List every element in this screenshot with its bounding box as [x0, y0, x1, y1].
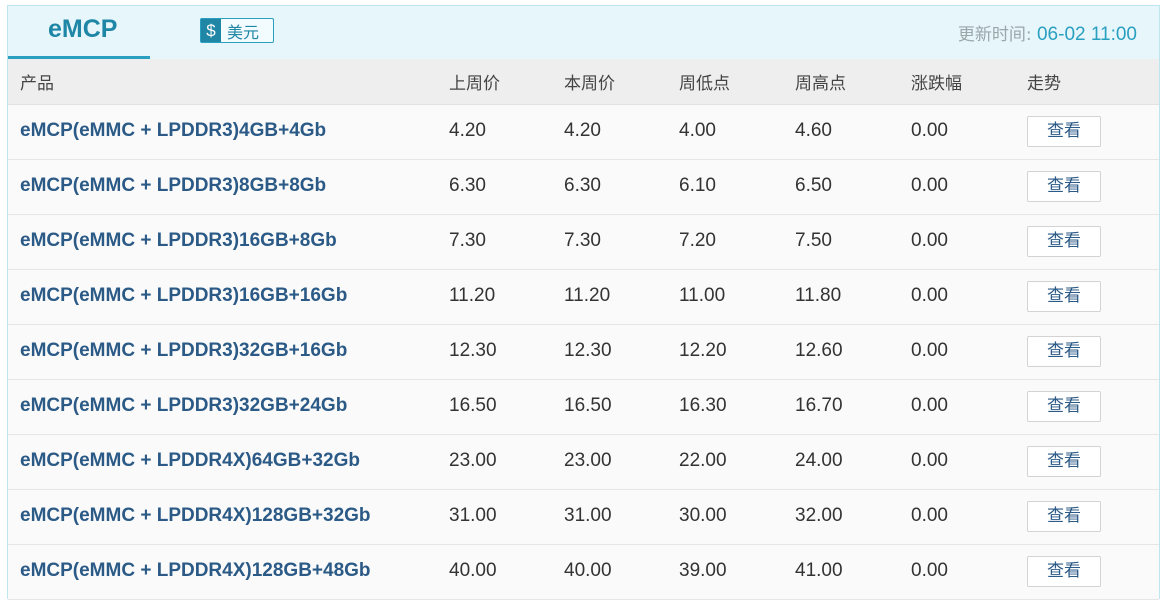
change: 0.00 [911, 285, 948, 306]
view-trend-button[interactable]: 查看 [1027, 556, 1101, 587]
change: 0.00 [911, 120, 948, 141]
product-name[interactable]: eMCP(eMMC + LPDDR3)32GB+24Gb [20, 395, 347, 417]
view-trend-button[interactable]: 查看 [1027, 226, 1101, 257]
last-week-price: 11.20 [449, 285, 496, 306]
header-last-week: 上周价 [449, 74, 500, 94]
update-time-value: 06-02 11:00 [1036, 24, 1137, 45]
table-row: eMCP(eMMC + LPDDR3)8GB+8Gb 6.30 6.30 6.10 6.… [8, 160, 1159, 215]
last-week-price: 23.00 [449, 450, 497, 471]
change: 0.00 [911, 395, 948, 416]
change: 0.00 [911, 175, 948, 196]
this-week-price: 6.30 [564, 175, 601, 196]
last-week-price: 7.30 [449, 230, 486, 251]
week-high: 11.80 [795, 285, 842, 306]
week-low: 4.00 [679, 120, 716, 141]
header-change: 涨跌幅 [911, 74, 962, 94]
header-trend: 走势 [1027, 74, 1061, 94]
week-high: 4.60 [795, 120, 832, 141]
this-week-price: 11.20 [564, 285, 611, 306]
table-row: eMCP(eMMC + LPDDR3)32GB+24Gb 16.50 16.50 16… [8, 380, 1159, 435]
week-low: 30.00 [679, 505, 727, 526]
product-name[interactable]: eMCP(eMMC + LPDDR3)16GB+8Gb [20, 230, 337, 252]
week-low: 7.20 [679, 230, 716, 251]
this-week-price: 16.50 [564, 395, 612, 416]
week-low: 12.20 [679, 340, 727, 361]
table-row: eMCP(eMMC + LPDDR4X)64GB+32Gb 23.00 23.00 2… [8, 435, 1159, 490]
this-week-price: 7.30 [564, 230, 601, 251]
table-row: eMCP(eMMC + LPDDR3)32GB+16Gb 12.30 12.30 12… [8, 325, 1159, 380]
this-week-price: 40.00 [564, 560, 612, 581]
table-row: eMCP(eMMC + LPDDR3)16GB+8Gb 7.30 7.30 7.20 7… [8, 215, 1159, 270]
week-low: 16.30 [679, 395, 727, 416]
view-trend-button[interactable]: 查看 [1027, 281, 1101, 312]
dollar-icon: $ [201, 19, 221, 42]
top-bar: eMCP $ 美元 更新时间: 06-02 11:00 [8, 6, 1159, 60]
week-high: 16.70 [795, 395, 843, 416]
table-row: eMCP(eMMC + LPDDR4X)128GB+48Gb 40.00 40.00… [8, 545, 1159, 600]
week-low: 6.10 [679, 175, 716, 196]
last-week-price: 6.30 [449, 175, 486, 196]
week-low: 22.00 [679, 450, 727, 471]
header-week-high: 周高点 [795, 74, 846, 94]
view-trend-button[interactable]: 查看 [1027, 116, 1101, 147]
product-name[interactable]: eMCP(eMMC + LPDDR3)32GB+16Gb [20, 340, 347, 362]
week-high: 24.00 [795, 450, 843, 471]
change: 0.00 [911, 340, 948, 361]
last-week-price: 31.00 [449, 505, 497, 526]
change: 0.00 [911, 230, 948, 251]
this-week-price: 12.30 [564, 340, 612, 361]
header-product: 产品 [20, 74, 54, 94]
week-high: 12.60 [795, 340, 843, 361]
product-name[interactable]: eMCP(eMMC + LPDDR3)8GB+8Gb [20, 175, 326, 197]
table-row: eMCP(eMMC + LPDDR3)16GB+16Gb 11.20 11.20 11… [8, 270, 1159, 325]
product-name[interactable]: eMCP(eMMC + LPDDR4X)64GB+32Gb [20, 450, 360, 472]
last-week-price: 12.30 [449, 340, 497, 361]
week-low: 11.00 [679, 285, 726, 306]
week-low: 39.00 [679, 560, 727, 581]
last-week-price: 16.50 [449, 395, 497, 416]
week-high: 41.00 [795, 560, 843, 581]
tab-emcp-label: eMCP [48, 15, 118, 43]
product-name[interactable]: eMCP(eMMC + LPDDR4X)128GB+32Gb [20, 505, 371, 527]
currency-label: 美元 [227, 22, 260, 42]
week-high: 32.00 [795, 505, 843, 526]
view-trend-button[interactable]: 查看 [1027, 391, 1101, 422]
week-high: 6.50 [795, 175, 832, 196]
change: 0.00 [911, 505, 948, 526]
view-trend-button[interactable]: 查看 [1027, 501, 1101, 532]
tab-emcp[interactable]: eMCP [8, 6, 150, 59]
this-week-price: 4.20 [564, 120, 601, 141]
this-week-price: 31.00 [564, 505, 612, 526]
header-this-week: 本周价 [564, 74, 615, 94]
table-row: eMCP(eMMC + LPDDR3)4GB+4Gb 4.20 4.20 4.00 4.… [8, 105, 1159, 160]
table-header: 产品 上周价 本周价 周低点 周高点 涨跌幅 走势 [8, 59, 1159, 105]
last-week-price: 40.00 [449, 560, 497, 581]
view-trend-button[interactable]: 查看 [1027, 171, 1101, 202]
this-week-price: 23.00 [564, 450, 612, 471]
last-week-price: 4.20 [449, 120, 486, 141]
update-time-label: 更新时间: [957, 25, 1032, 45]
currency-toggle[interactable]: $ 美元 [200, 18, 274, 43]
price-panel: eMCP $ 美元 更新时间: 06-02 11:00 产品 上周价 本周价 周… [7, 5, 1160, 600]
table-row: eMCP(eMMC + LPDDR4X)128GB+32Gb 31.00 31.00… [8, 490, 1159, 545]
view-trend-button[interactable]: 查看 [1027, 336, 1101, 367]
update-time: 更新时间: 06-02 11:00 [958, 20, 1137, 46]
change: 0.00 [911, 450, 948, 471]
product-name[interactable]: eMCP(eMMC + LPDDR4X)128GB+48Gb [20, 560, 371, 582]
product-name[interactable]: eMCP(eMMC + LPDDR3)16GB+16Gb [20, 285, 347, 307]
change: 0.00 [911, 560, 948, 581]
product-name[interactable]: eMCP(eMMC + LPDDR3)4GB+4Gb [20, 120, 326, 142]
header-week-low: 周低点 [679, 74, 730, 94]
week-high: 7.50 [795, 230, 832, 251]
view-trend-button[interactable]: 查看 [1027, 446, 1101, 477]
